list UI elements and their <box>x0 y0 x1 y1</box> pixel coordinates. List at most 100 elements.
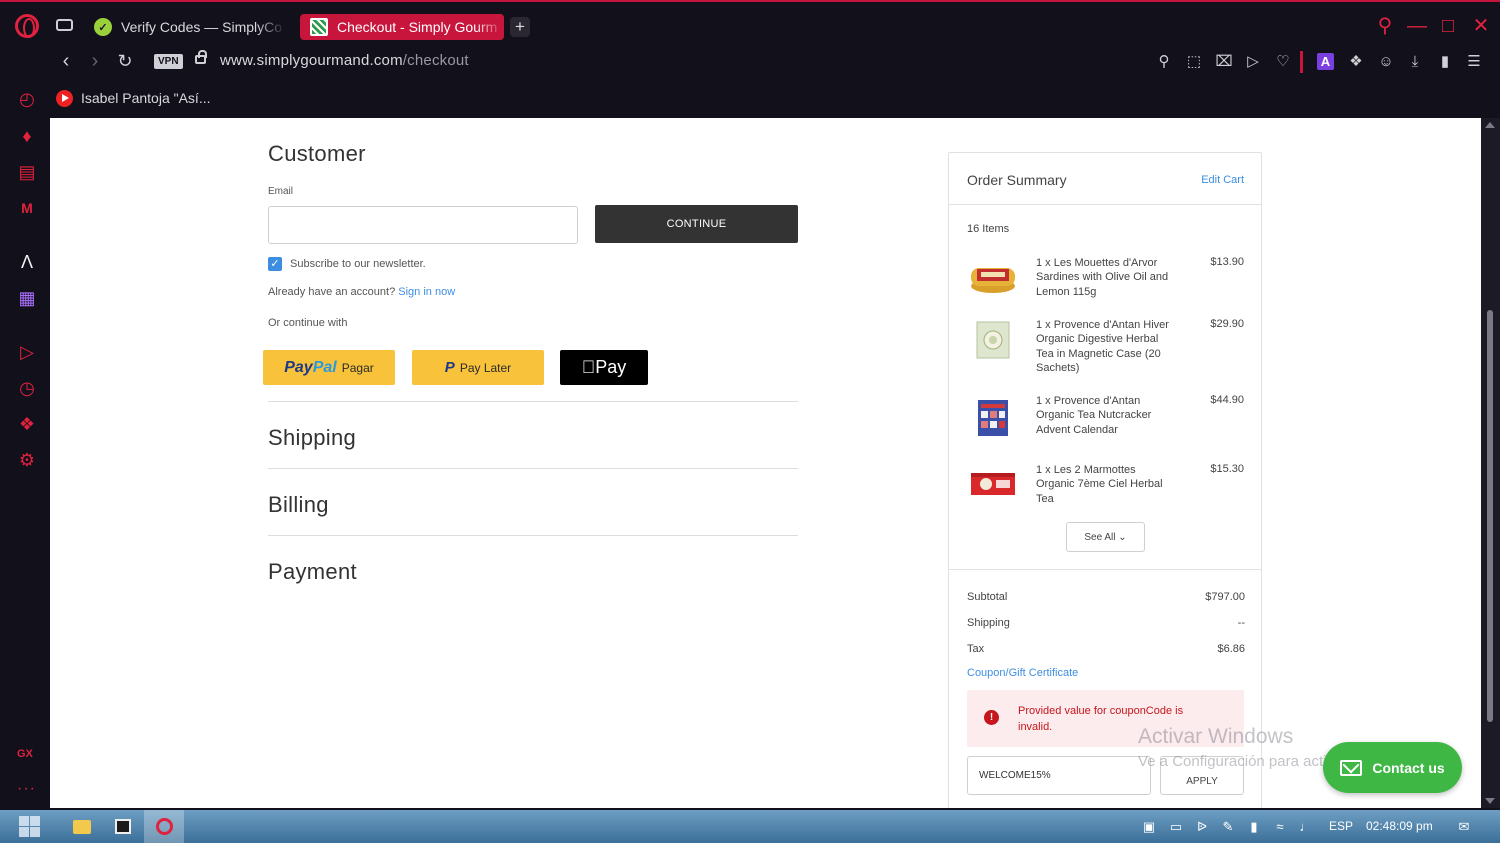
tab-islands-icon[interactable] <box>56 19 73 31</box>
player-icon[interactable]: ▷ <box>16 341 38 363</box>
contact-us-label: Contact us <box>1372 759 1445 776</box>
bookmark-isabel-pantoja[interactable]: Isabel Pantoja "Así... <box>81 90 211 106</box>
opera-menu-icon[interactable] <box>15 14 39 38</box>
display-tray-icon[interactable]: ▭ <box>1168 819 1184 834</box>
edit-cart-link[interactable]: Edit Cart <box>1201 174 1244 186</box>
toolbar-divider <box>1300 51 1303 73</box>
extensions-sidebar-icon[interactable]: ❖ <box>16 413 38 435</box>
item-price: $15.30 <box>1210 463 1244 475</box>
customer-heading: Customer <box>268 141 366 166</box>
more-icon[interactable]: ··· <box>17 780 36 798</box>
contact-us-button[interactable]: Contact us <box>1323 742 1462 793</box>
maximize-button[interactable]: □ <box>1437 14 1459 38</box>
herbal-tea-box-image <box>976 321 1010 359</box>
paypal-logo-pal: Pal <box>312 358 337 376</box>
email-field[interactable] <box>268 206 578 244</box>
billing-heading[interactable]: Billing <box>268 492 329 518</box>
scroll-down-icon[interactable] <box>1485 798 1495 804</box>
see-all-button[interactable]: See All ⌄ <box>1066 522 1145 552</box>
gx-corner-icon[interactable]: ♦ <box>16 125 38 147</box>
reload-button[interactable]: ↻ <box>114 48 136 74</box>
paypal-p-icon: P <box>444 359 455 376</box>
vpn-badge[interactable]: VPN <box>154 54 183 69</box>
address-bar: ‹ › ↻ VPN www.simplygourmand.com/checkou… <box>50 48 1500 76</box>
send-icon[interactable]: ▷ <box>1243 52 1263 72</box>
battery-icon[interactable]: ▮ <box>1246 819 1262 834</box>
mail-icon <box>1340 759 1363 776</box>
snapshot-icon[interactable]: ⬚ <box>1184 52 1204 72</box>
tax-label: Tax <box>967 643 985 655</box>
store-icon[interactable] <box>103 810 143 843</box>
url-path: /checkout <box>402 52 469 69</box>
aria-sidebar-icon[interactable]: Λ <box>16 251 38 273</box>
continue-button[interactable]: CONTINUE <box>595 205 798 243</box>
file-explorer-icon[interactable] <box>62 810 102 843</box>
section-divider <box>268 401 798 402</box>
paypal-pay-later-button[interactable]: P Pay Later <box>412 350 544 385</box>
opera-sidebar: ◴ ♦ ▤ M Λ ▦ ▷ ◷ ❖ ⚙ GX ··· <box>0 48 50 810</box>
adblock-icon[interactable]: ⌧ <box>1214 52 1234 72</box>
url-field[interactable]: www.simplygourmand.com/checkout <box>220 52 469 69</box>
tab-checkout[interactable]: Checkout - Simply Gourm <box>300 14 504 40</box>
advent-calendar-image <box>978 400 1008 436</box>
account-prompt: Already have an account? Sign in now <box>268 286 455 298</box>
continue-with-label: Or continue with <box>268 317 348 329</box>
messenger-icon[interactable]: M <box>16 197 38 219</box>
network-tray-icon[interactable]: ▣ <box>1141 819 1157 834</box>
newsletter-label: Subscribe to our newsletter. <box>290 258 426 270</box>
aria-icon[interactable]: A <box>1317 53 1334 70</box>
bluetooth-icon[interactable]: ᐉ <box>1194 819 1210 834</box>
pen-tray-icon[interactable]: ✎ <box>1220 819 1236 834</box>
heart-icon[interactable]: ♡ <box>1273 52 1293 72</box>
lock-icon[interactable] <box>195 50 207 64</box>
coupon-code-input[interactable] <box>967 756 1151 795</box>
back-button[interactable]: ‹ <box>55 48 77 74</box>
pin-icon[interactable]: ⚲ <box>1154 52 1174 72</box>
language-indicator[interactable]: ESP <box>1329 819 1353 833</box>
search-icon[interactable]: ⚲ <box>1374 14 1396 38</box>
bookmark-bar: Isabel Pantoja "Así... <box>50 84 211 112</box>
easy-setup-icon[interactable]: ☰ <box>1464 52 1484 72</box>
history-icon[interactable]: ◷ <box>16 377 38 399</box>
forward-button[interactable]: › <box>84 48 106 74</box>
item-name: 1 x Provence d'Antan Hiver Organic Diges… <box>1036 319 1169 374</box>
clock[interactable]: 02:48:09 pm <box>1366 819 1433 833</box>
subtotal-label: Subtotal <box>967 591 1008 603</box>
account-prompt-text: Already have an account? <box>268 286 396 298</box>
shipping-heading[interactable]: Shipping <box>268 425 356 451</box>
download-icon[interactable]: ⤓ <box>1405 52 1425 72</box>
page-scrollbar[interactable] <box>1481 118 1500 808</box>
notifications-icon[interactable]: ✉ <box>1456 819 1472 834</box>
volume-icon[interactable]: ♩ <box>1298 819 1314 834</box>
coupon-gift-certificate-link[interactable]: Coupon/Gift Certificate <box>967 667 1078 679</box>
opera-gx-taskbar-icon[interactable] <box>144 810 184 843</box>
apple-logo-icon:  <box>582 357 596 378</box>
new-tab-button[interactable]: + <box>510 17 530 37</box>
tax-value: $6.86 <box>1217 643 1245 655</box>
item-name: 1 x Les Mouettes d'Arvor Sardines with O… <box>1036 257 1169 298</box>
shipping-label: Shipping <box>967 617 1010 629</box>
sign-in-link[interactable]: Sign in now <box>398 286 455 298</box>
start-button[interactable] <box>19 816 40 837</box>
paypal-button[interactable]: PayPal Pagar <box>263 350 395 385</box>
scroll-up-icon[interactable] <box>1485 122 1495 128</box>
close-button[interactable]: ✕ <box>1470 14 1492 38</box>
speed-dial-icon[interactable]: ◴ <box>16 88 38 110</box>
subtotal-value: $797.00 <box>1205 591 1245 603</box>
tab-verify-codes[interactable]: ✓ Verify Codes — SimplyCo <box>84 14 286 40</box>
twitch-icon[interactable]: ▦ <box>16 287 38 309</box>
marmottes-tea-box-image <box>971 473 1015 495</box>
apple-pay-button[interactable]:  Pay <box>560 350 648 385</box>
pay-later-label: Pay Later <box>459 360 512 375</box>
profile-icon[interactable]: ☺ <box>1376 52 1396 72</box>
minimize-button[interactable]: — <box>1406 14 1428 38</box>
extensions-icon[interactable]: ❖ <box>1346 52 1366 72</box>
wifi-icon[interactable]: ≈ <box>1272 819 1288 834</box>
settings-gear-icon[interactable]: ⚙ <box>16 449 38 471</box>
newsletter-checkbox[interactable]: ✓ <box>268 257 282 271</box>
limiter-icon[interactable]: ▤ <box>16 161 38 183</box>
gx-label[interactable]: GX <box>17 748 33 760</box>
battery-saver-icon[interactable]: ▮ <box>1435 52 1455 72</box>
payment-heading[interactable]: Payment <box>268 559 357 585</box>
scroll-thumb[interactable] <box>1487 310 1493 722</box>
